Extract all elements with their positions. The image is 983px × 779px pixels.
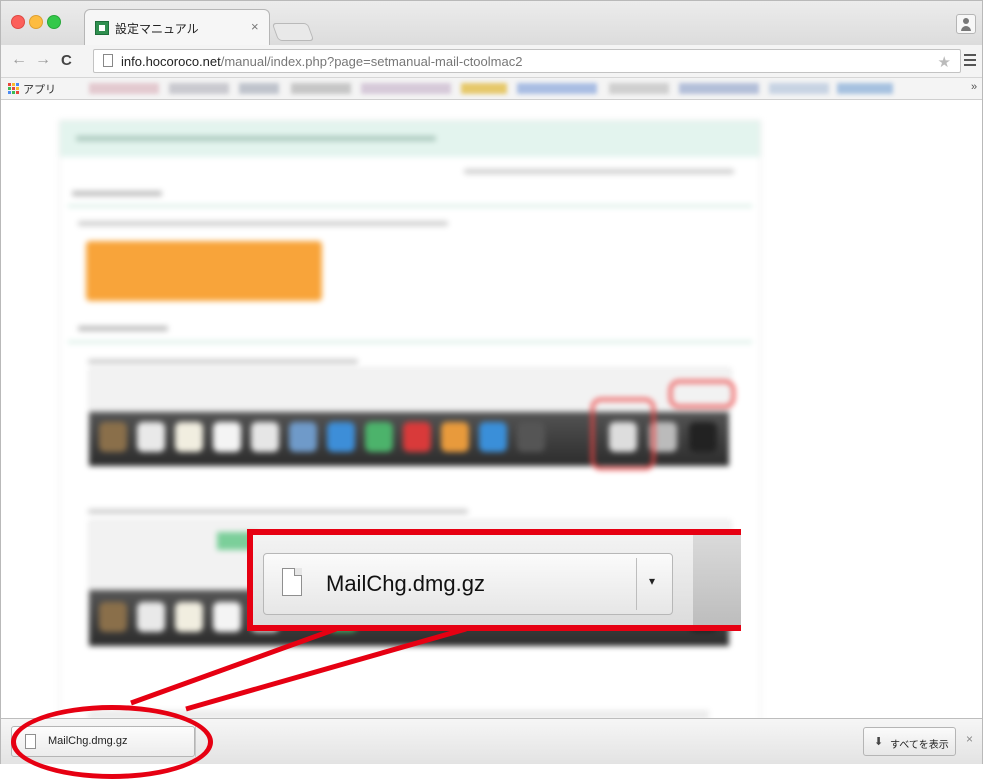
tab-close-icon[interactable]: × <box>251 19 259 34</box>
callout-download-item: MailChg.dmg.gz ▾ <box>263 553 673 615</box>
annotation-highlight-ellipse <box>11 705 213 779</box>
card-header <box>60 121 760 157</box>
apps-label[interactable]: アプリ <box>23 81 56 97</box>
bookmark-item[interactable] <box>461 83 507 94</box>
window-minimize-button[interactable] <box>29 15 43 29</box>
page-icon <box>103 54 113 67</box>
hamburger-menu-icon[interactable] <box>964 54 976 69</box>
zoom-callout: MailChg.dmg.gz ▾ <box>247 529 741 631</box>
bookmark-item[interactable] <box>769 83 829 94</box>
bookmark-item[interactable] <box>837 83 893 94</box>
show-all-label: すべてを表示 <box>890 740 949 751</box>
bookmark-item[interactable] <box>361 83 451 94</box>
shelf-close-icon[interactable]: × <box>966 732 973 746</box>
download-button[interactable] <box>86 241 322 301</box>
bookmark-item[interactable] <box>609 83 669 94</box>
download-arrow-icon: ⬇ <box>874 736 884 748</box>
browser-toolbar: ← → C info.hocoroco.net/manual/index.php… <box>1 45 982 78</box>
browser-window: 設定マニュアル × ← → C info.hocoroco.net/manual… <box>0 0 983 779</box>
bookmark-item[interactable] <box>517 83 597 94</box>
dropdown-arrow-icon: ▾ <box>649 574 656 588</box>
bookmark-item[interactable] <box>169 83 229 94</box>
address-bar[interactable]: info.hocoroco.net/manual/index.php?page=… <box>93 49 961 73</box>
show-all-downloads-button[interactable]: ⬇ すべてを表示 <box>863 727 956 756</box>
site-favicon-icon <box>95 21 109 35</box>
profile-icon[interactable] <box>956 14 976 34</box>
bookmarks-bar: アプリ » <box>1 78 982 100</box>
new-tab-button[interactable] <box>271 23 315 41</box>
bookmark-item[interactable] <box>291 83 351 94</box>
url-text[interactable]: info.hocoroco.net/manual/index.php?page=… <box>121 54 522 69</box>
bookmark-item[interactable] <box>679 83 759 94</box>
tab-strip: 設定マニュアル × <box>1 1 982 45</box>
url-path: /manual/index.php?page=setmanual-mail-ct… <box>220 54 523 69</box>
apps-grid-icon[interactable] <box>8 83 19 94</box>
bookmark-item[interactable] <box>239 83 279 94</box>
bookmark-star-icon[interactable]: ★ <box>938 53 951 71</box>
back-arrow-icon[interactable]: ← <box>11 51 27 69</box>
bookmarks-more-chevron-icon[interactable]: » <box>971 81 977 93</box>
file-icon <box>282 568 302 596</box>
bookmark-item[interactable] <box>89 83 159 94</box>
callout-filename: MailChg.dmg.gz <box>326 571 485 596</box>
tab-title: 設定マニュアル <box>115 22 199 36</box>
reload-icon[interactable]: C <box>61 52 72 69</box>
window-maximize-button[interactable] <box>47 15 61 29</box>
window-close-button[interactable] <box>11 15 25 29</box>
forward-arrow-icon[interactable]: → <box>35 51 51 69</box>
tab-settings-manual[interactable]: 設定マニュアル × <box>84 9 270 45</box>
url-host: info.hocoroco.net <box>121 54 221 69</box>
